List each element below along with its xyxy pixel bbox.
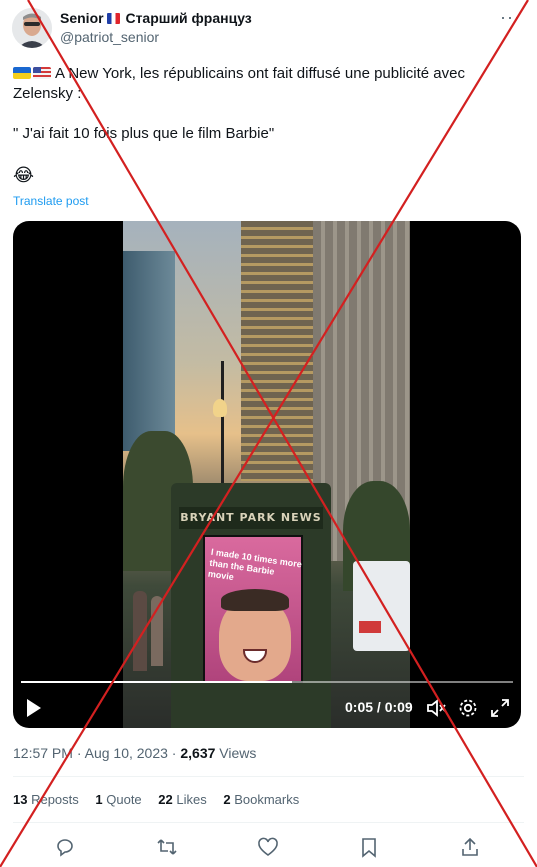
tweet-date[interactable]: Aug 10, 2023: [85, 745, 168, 761]
views-count: 2,637: [180, 745, 216, 761]
pedestrian: [151, 596, 163, 666]
more-icon[interactable]: ···: [500, 8, 521, 26]
truck: [353, 561, 410, 651]
reply-icon[interactable]: [54, 836, 76, 858]
translate-post-link[interactable]: Translate post: [13, 194, 89, 208]
bookmark-icon[interactable]: [358, 836, 380, 858]
mute-icon[interactable]: [425, 697, 447, 719]
tweet-line-1: A New York, les républicains ont fait di…: [13, 64, 513, 84]
bookmarks-label: Bookmarks: [230, 792, 300, 807]
usa-flag-icon: [33, 67, 51, 79]
france-flag-icon: [106, 13, 120, 24]
video-time: 0:05 / 0:09: [345, 699, 413, 715]
play-icon[interactable]: [25, 698, 43, 718]
bookmarks-stat[interactable]: 2 Bookmarks: [223, 792, 299, 807]
tweet-line-1-text: A New York, les républicains ont fait di…: [55, 65, 465, 82]
tweet-header: Senior Старший француз @patriot_senior ·…: [12, 8, 525, 52]
likes-count: 22: [158, 792, 173, 807]
building: [123, 251, 175, 451]
reposts-count: 13: [13, 792, 28, 807]
video-player[interactable]: BRYANT PARK NEWS I made 10 times more th…: [13, 221, 521, 728]
likes-stat[interactable]: 22 Likes: [158, 792, 206, 807]
truck-light: [359, 621, 381, 633]
tweet-quote: " J'ai fait 10 fois plus que le film Bar…: [13, 125, 275, 142]
repost-icon[interactable]: [156, 836, 178, 858]
tweet-gap: [13, 144, 513, 164]
tweet-gap: [13, 104, 513, 124]
ad-screen: I made 10 times more than the Barbie mov…: [203, 535, 303, 683]
tweet-line-2: Zelensky :: [13, 85, 82, 102]
tweet-meta: 12:57 PM · Aug 10, 2023 · 2,637 Views: [13, 745, 256, 761]
action-bar: [0, 832, 537, 862]
ukraine-flag-icon: [13, 67, 31, 79]
meta-separator: ·: [167, 745, 181, 761]
avatar[interactable]: [12, 8, 52, 48]
display-name-suffix: Старший француз: [125, 10, 252, 26]
share-icon[interactable]: [459, 836, 481, 858]
divider: [13, 822, 524, 823]
quotes-count: 1: [95, 792, 103, 807]
tweet-stats: 13 Reposts 1 Quote 22 Likes 2 Bookmarks: [13, 792, 312, 807]
video-frame[interactable]: BRYANT PARK NEWS I made 10 times more th…: [123, 221, 410, 728]
quotes-label: Quote: [102, 792, 142, 807]
avatar-image: [12, 8, 52, 48]
likes-label: Likes: [172, 792, 207, 807]
divider: [13, 776, 524, 777]
like-icon[interactable]: [257, 836, 279, 858]
video-progress-fill: [21, 681, 292, 683]
user-handle[interactable]: @patriot_senior: [60, 29, 159, 45]
ad-screen-text: I made 10 times more than the Barbie mov…: [207, 546, 303, 583]
tweet-text: A New York, les républicains ont fait di…: [13, 64, 513, 187]
quotes-stat[interactable]: 1 Quote: [95, 792, 141, 807]
pedestrian: [133, 591, 147, 671]
display-name[interactable]: Senior Старший француз: [60, 10, 252, 26]
settings-icon[interactable]: [457, 697, 479, 719]
kiosk-sign: BRYANT PARK NEWS: [179, 507, 323, 529]
reposts-stat[interactable]: 13 Reposts: [13, 792, 79, 807]
lamp: [213, 399, 227, 417]
display-name-text: Senior: [60, 10, 104, 26]
fullscreen-icon[interactable]: [489, 697, 511, 719]
reposts-label: Reposts: [27, 792, 79, 807]
building: [241, 221, 316, 481]
ad-hair: [221, 589, 289, 611]
meta-separator: ·: [72, 745, 85, 761]
tweet-time[interactable]: 12:57 PM: [13, 745, 73, 761]
lamp-post: [221, 361, 224, 491]
bookmarks-count: 2: [223, 792, 231, 807]
news-kiosk: BRYANT PARK NEWS I made 10 times more th…: [171, 483, 331, 728]
laughing-emoji: 😂: [13, 165, 35, 185]
video-progress-bar[interactable]: [21, 681, 513, 683]
views-label: Views: [215, 745, 257, 761]
